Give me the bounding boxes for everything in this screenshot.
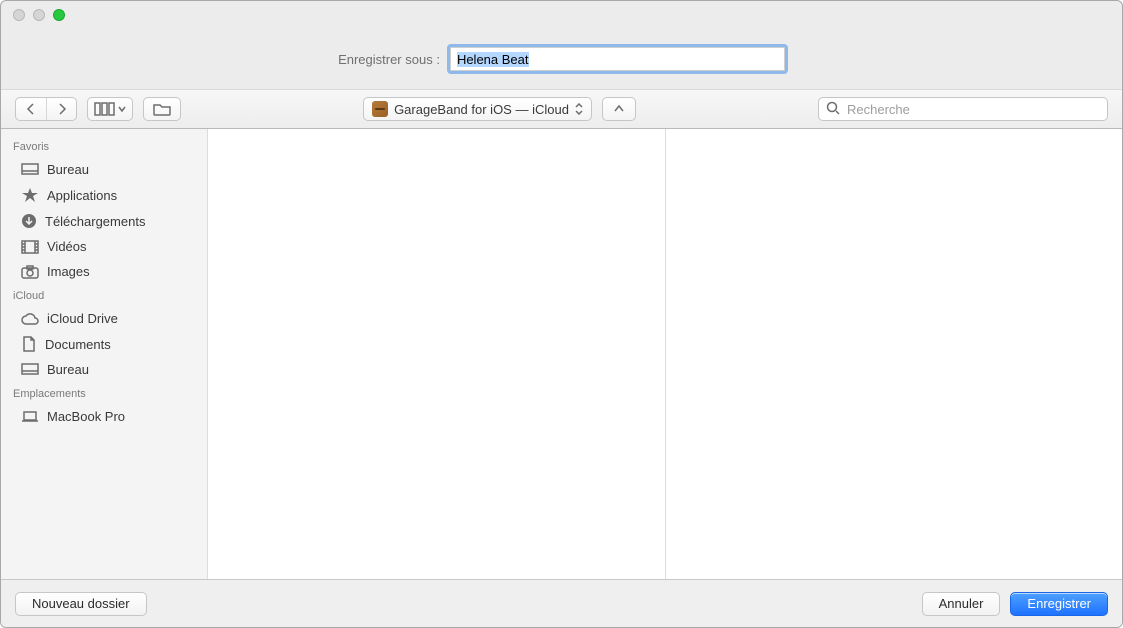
new-folder-button[interactable]: Nouveau dossier — [15, 592, 147, 616]
view-mode-button[interactable] — [87, 97, 133, 121]
nav-back-forward — [15, 97, 77, 121]
search-field[interactable] — [818, 97, 1108, 121]
chevron-down-icon — [118, 105, 126, 113]
sidebar-item-bureau[interactable]: Bureau — [1, 157, 207, 182]
zoom-button[interactable] — [53, 9, 65, 21]
desktop-icon — [21, 163, 39, 177]
path-dropdown[interactable]: GarageBand for iOS — iCloud — [363, 97, 592, 121]
sidebar-head-emplacements: Emplacements — [1, 382, 207, 404]
cloud-icon — [21, 313, 39, 325]
filename-input[interactable] — [450, 47, 785, 71]
sidebar-item-icloud-drive[interactable]: iCloud Drive — [1, 306, 207, 331]
nav-forward-button[interactable] — [46, 98, 76, 120]
save-dialog: Enregistrer sous : — [0, 0, 1123, 628]
search-input[interactable] — [818, 97, 1108, 121]
close-button[interactable] — [13, 9, 25, 21]
documents-icon — [21, 336, 37, 352]
sidebar-head-icloud: iCloud — [1, 284, 207, 306]
column-view — [208, 129, 1122, 579]
sidebar-item-macbook-pro[interactable]: MacBook Pro — [1, 404, 207, 429]
sidebar-item-applications[interactable]: Applications — [1, 182, 207, 208]
collapse-button[interactable] — [602, 97, 636, 121]
column-2[interactable] — [666, 129, 1123, 579]
footer: Nouveau dossier Annuler Enregistrer — [1, 579, 1122, 627]
columns-icon — [94, 102, 116, 116]
sidebar-item-downloads[interactable]: Téléchargements — [1, 208, 207, 234]
save-row: Enregistrer sous : — [1, 29, 1122, 89]
videos-icon — [21, 240, 39, 254]
toolbar: GarageBand for iOS — iCloud — [1, 89, 1122, 129]
sidebar-item-videos[interactable]: Vidéos — [1, 234, 207, 259]
garageband-icon — [372, 101, 388, 117]
download-icon — [21, 213, 37, 229]
folder-icon — [153, 102, 171, 116]
path-label: GarageBand for iOS — iCloud — [394, 102, 569, 117]
group-button[interactable] — [143, 97, 181, 121]
save-as-label: Enregistrer sous : — [338, 52, 440, 67]
search-icon — [826, 101, 840, 115]
save-button[interactable]: Enregistrer — [1010, 592, 1108, 616]
sidebar-item-icloud-bureau[interactable]: Bureau — [1, 357, 207, 382]
sidebar-head-favoris: Favoris — [1, 135, 207, 157]
chevron-right-icon — [57, 103, 67, 115]
column-1[interactable] — [208, 129, 666, 579]
sidebar-item-images[interactable]: Images — [1, 259, 207, 284]
cancel-button[interactable]: Annuler — [922, 592, 1001, 616]
minimize-button[interactable] — [33, 9, 45, 21]
nav-back-button[interactable] — [16, 98, 46, 120]
updown-icon — [575, 103, 583, 118]
applications-icon — [21, 187, 39, 203]
titlebar — [1, 1, 1122, 29]
chevron-up-icon — [614, 104, 624, 114]
desktop-icon — [21, 363, 39, 377]
body: Favoris Bureau Applications Téléchargeme… — [1, 129, 1122, 579]
laptop-icon — [21, 411, 39, 423]
camera-icon — [21, 265, 39, 279]
chevron-left-icon — [26, 103, 36, 115]
sidebar: Favoris Bureau Applications Téléchargeme… — [1, 129, 208, 579]
sidebar-item-documents[interactable]: Documents — [1, 331, 207, 357]
